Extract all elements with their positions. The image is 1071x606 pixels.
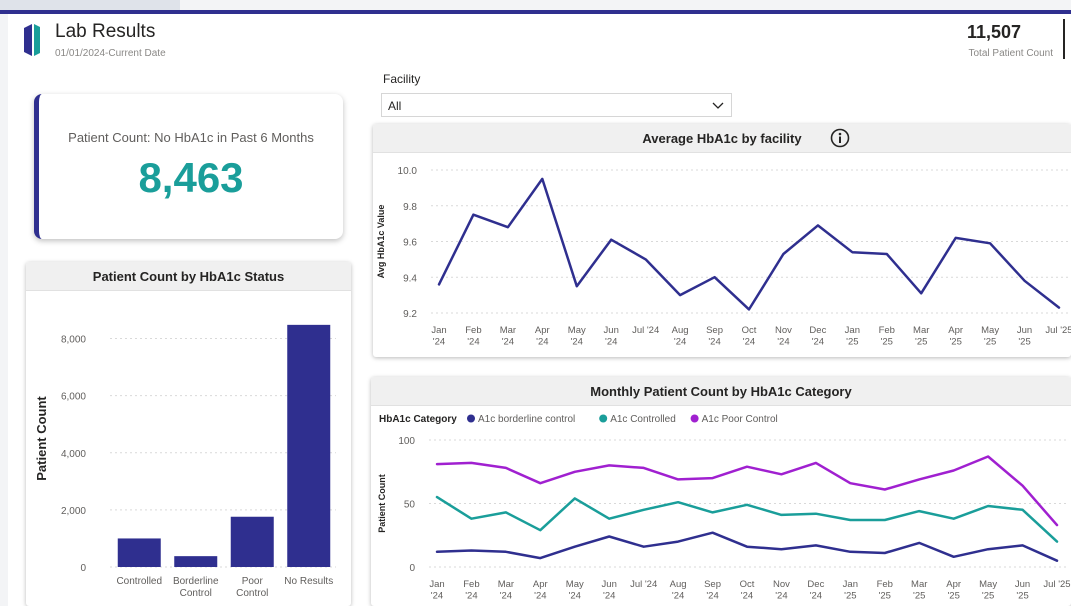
legend-marker	[467, 414, 475, 423]
y-tick-label: 9.4	[403, 273, 417, 284]
facility-filter-value: All	[388, 99, 402, 113]
x-tick-label: Apr '24	[535, 325, 550, 348]
chart-title: Monthly Patient Count by HbA1c Category	[590, 384, 852, 399]
series-line	[437, 177, 1061, 311]
x-tick-label: May '24	[568, 325, 586, 348]
x-tick-label: Nov '24	[775, 325, 792, 348]
report-header: Lab Results 01/01/2024-Current Date 11,5…	[8, 14, 1071, 65]
y-axis-title: Patient Count	[34, 396, 49, 481]
chart-header: Patient Count by HbA1c Status	[26, 262, 351, 291]
x-tick-label: Dec '24	[809, 325, 826, 348]
legend-item: A1c Poor Control	[702, 414, 778, 425]
avg-line-chart: 9.2 9.4 9.6 9.8 10.0 Avg HbA1c Value Jan '24 Feb…	[376, 166, 1071, 348]
legend-item: A1c borderline control	[478, 414, 575, 425]
y-tick-label: 0	[409, 563, 415, 574]
x-tick-label: Oct '24	[742, 325, 757, 348]
chart-title: Average HbA1c by facility	[642, 131, 802, 146]
x-tick-label: Aug '24	[670, 579, 687, 602]
bar	[174, 556, 218, 567]
bar	[230, 516, 274, 567]
x-tick-label: May '24	[566, 579, 584, 602]
x-tick-label: Jul '24	[630, 579, 657, 590]
x-tick-label: Mar '24	[500, 325, 516, 348]
kpi-label: Patient Count: No HbA1c in Past 6 Months	[68, 130, 314, 145]
chart-title: Patient Count by HbA1c Status	[92, 269, 285, 284]
x-tick-label: Jul '25	[1045, 325, 1071, 336]
x-tick-label: No Results	[284, 576, 333, 587]
x-tick-label: Mar '25	[911, 579, 927, 602]
chart-panel-avg-hba1c[interactable]: Average HbA1c by facility 9.2 9.4 9.6 9.8 10…	[373, 124, 1071, 357]
y-tick-label: 9.6	[403, 238, 417, 249]
x-tick-label: Apr '24	[533, 579, 548, 602]
bar	[117, 538, 161, 567]
x-tick-label: Feb '25	[877, 579, 893, 602]
bar	[287, 324, 331, 567]
x-tick-label: Feb '25	[879, 325, 895, 348]
x-tick-label: May '25	[981, 325, 999, 348]
x-tick-label: Sep '24	[706, 325, 723, 348]
x-tick-label: Borderline Control	[173, 576, 219, 599]
y-tick-label: 10.0	[398, 166, 418, 177]
y-tick-label: 100	[398, 436, 415, 447]
y-tick-label: 0	[80, 563, 86, 574]
kpi-card-no-hba1c[interactable]: Patient Count: No HbA1c in Past 6 Months…	[34, 94, 343, 239]
x-tick-label: Jul '24	[632, 325, 659, 336]
x-tick-label: Jan '25	[843, 579, 858, 602]
logo-icon	[24, 24, 40, 56]
y-tick-label: 6,000	[61, 392, 86, 403]
chart-header: Monthly Patient Count by HbA1c Category	[371, 377, 1071, 406]
x-tick-label: Mar '24	[498, 579, 514, 602]
x-tick-label: Aug '24	[672, 325, 689, 348]
info-icon[interactable]	[830, 128, 850, 148]
x-tick-label: Controlled	[116, 576, 162, 587]
page-title: Lab Results	[55, 21, 156, 42]
x-tick-label: Jul '25	[1043, 579, 1070, 590]
x-tick-label: Oct '24	[740, 579, 755, 602]
y-tick-label: 50	[404, 500, 416, 511]
x-tick-label: Jan '24	[429, 579, 444, 602]
x-tick-label: May '25	[979, 579, 997, 602]
y-tick-label: 2,000	[61, 506, 86, 517]
series-line-a1c-borderline-control	[435, 531, 1059, 562]
legend-title: HbA1c Category	[379, 414, 457, 425]
chevron-down-icon	[712, 102, 724, 109]
x-tick-label: Nov '24	[773, 579, 790, 602]
total-patient-count-value: 11,507	[966, 22, 1021, 42]
x-tick-label: Apr '25	[948, 325, 963, 348]
y-axis-title: Patient Count	[377, 474, 387, 533]
total-patient-count-label: Total Patient Count	[968, 48, 1054, 59]
legend-marker	[599, 414, 608, 423]
date-range: 01/01/2024-Current Date	[55, 48, 166, 59]
x-tick-label: Jan '25	[845, 325, 860, 348]
x-tick-label: Feb '24	[465, 325, 481, 348]
x-tick-label: Jan '24	[431, 325, 446, 348]
y-tick-label: 8,000	[61, 335, 86, 346]
x-tick-label: Sep '24	[704, 579, 721, 602]
x-tick-label: Jun '25	[1015, 579, 1030, 602]
x-tick-label: Dec '24	[807, 579, 824, 602]
kpi-value: 8,463	[138, 154, 244, 201]
monthly-line-chart: 0 50 100 Patient Count Jan '24 Feb '24 Mar '24 Apr…	[377, 414, 1071, 602]
bar-chart: 0 2,000 4,000 6,000 8,000 Patient Count Contro…	[34, 324, 336, 599]
x-tick-label: Mar '25	[913, 325, 929, 348]
legend-item: A1c Controlled	[610, 414, 676, 425]
x-tick-label: Jun '24	[604, 325, 619, 348]
facility-filter-label: Facility	[383, 72, 421, 86]
y-tick-label: 4,000	[61, 449, 86, 460]
y-axis-title: Avg HbA1c Value	[376, 205, 386, 279]
chart-header: Average HbA1c by facility	[373, 124, 1071, 153]
x-tick-label: Jun '24	[602, 579, 617, 602]
y-tick-label: 9.2	[403, 309, 417, 320]
x-tick-label: Apr '25	[946, 579, 961, 602]
x-tick-label: Feb '24	[463, 579, 479, 602]
x-tick-label: Poor Control	[236, 576, 268, 599]
chart-panel-status[interactable]: Patient Count by HbA1c Status 0 2,000 4,00…	[26, 262, 351, 606]
y-tick-label: 9.8	[403, 202, 417, 213]
x-tick-label: Jun '25	[1017, 325, 1032, 348]
chart-panel-monthly[interactable]: Monthly Patient Count by HbA1c Category …	[371, 377, 1071, 606]
facility-filter-dropdown[interactable]: All	[381, 93, 732, 117]
total-divider	[1063, 19, 1065, 59]
legend-marker	[690, 414, 699, 423]
